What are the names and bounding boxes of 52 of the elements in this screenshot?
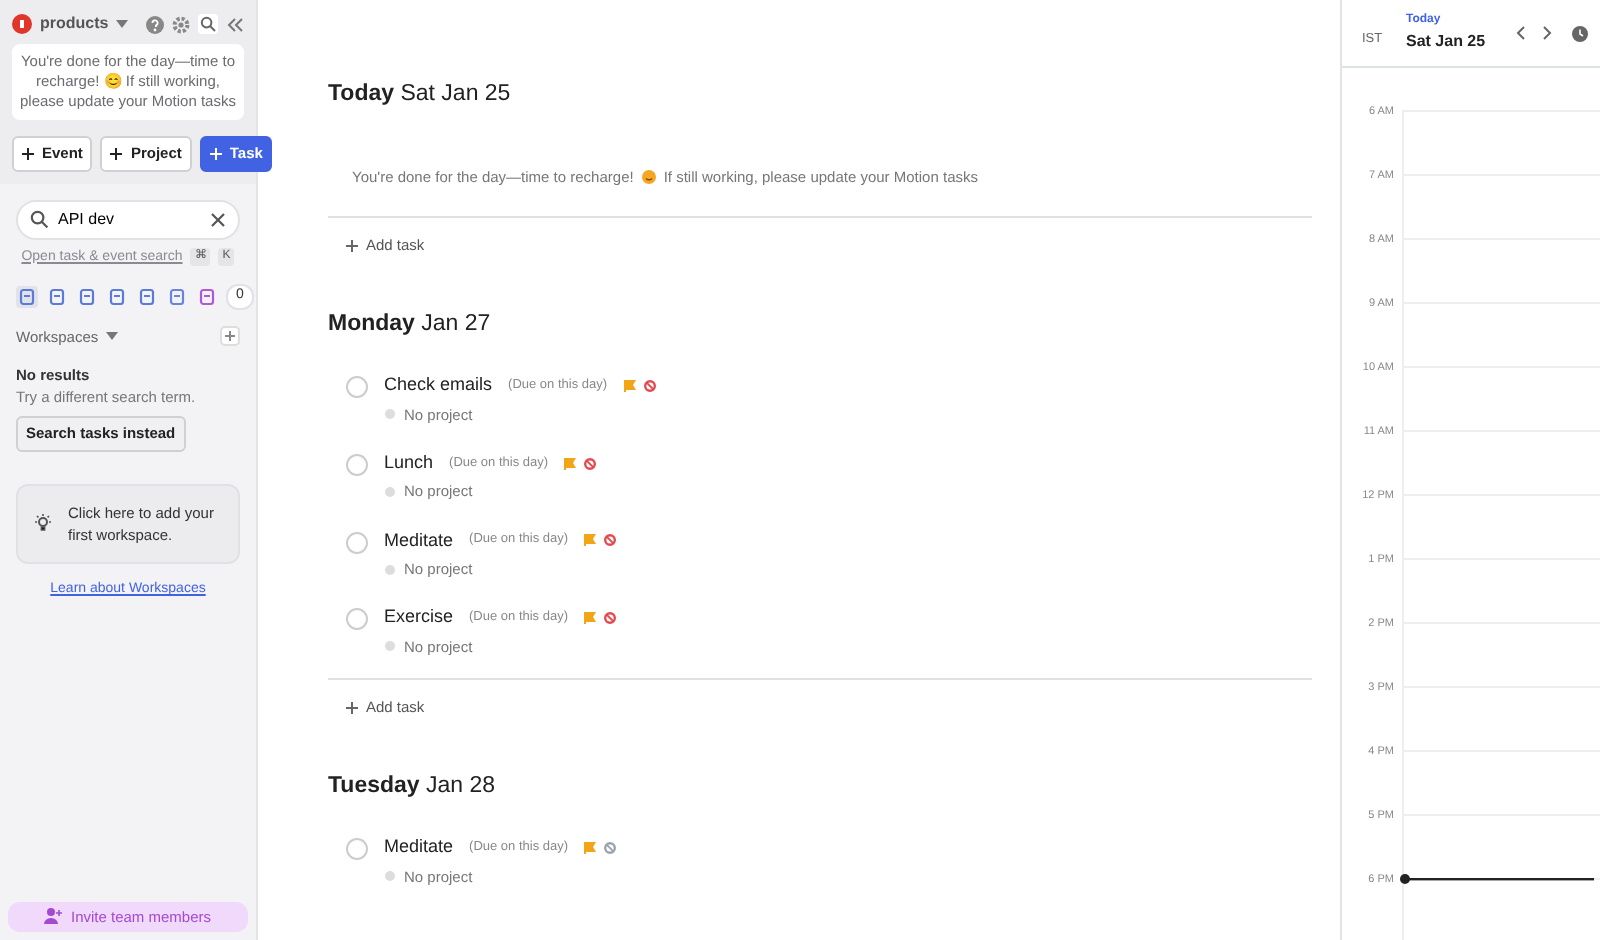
next-icon[interactable] [1538,24,1556,42]
day-heading: Monday [328,312,415,337]
plus-icon [346,701,358,714]
project-icon [384,870,396,883]
task-name[interactable]: Meditate [384,527,454,555]
clock-icon[interactable] [1572,25,1588,41]
task-checkbox[interactable] [346,838,368,861]
plus-icon [22,148,34,160]
workspace-logo-icon[interactable] [12,14,32,34]
project-icon [384,485,396,498]
project-icon [384,408,396,421]
day-date: Jan 27 [421,312,491,337]
day-heading: Tuesday [328,774,420,799]
search-field[interactable]: API dev [16,199,240,240]
collapse-icon[interactable] [226,15,244,33]
day-date: Sat Jan 25 [400,82,511,106]
plus-icon [209,148,222,160]
caret-icon[interactable] [106,332,119,341]
project-icon [384,563,396,576]
add-workspace-icon[interactable] [220,326,240,347]
flag-icon [584,612,597,625]
project-icon [384,640,396,653]
day-heading: Today [328,82,395,106]
settings-icon[interactable] [172,15,190,33]
day-date: Jan 28 [426,774,496,799]
flag-icon [564,457,577,470]
task-name[interactable]: Lunch [384,449,434,477]
task-name[interactable]: Meditate [384,834,454,862]
search-input[interactable]: API dev [58,207,200,232]
previous-icon[interactable] [1512,24,1530,42]
flag-icon [623,379,636,392]
task-checkbox[interactable] [346,376,368,399]
flag-icon [584,534,597,547]
smiley-icon [641,169,656,184]
search-icon[interactable] [198,14,218,34]
clear-icon[interactable] [210,211,226,228]
lightbulb-icon [34,514,52,533]
calendar-date: Sat Jan 25 [1406,30,1488,54]
person-add-icon [44,908,63,925]
task-checkbox[interactable] [346,453,368,476]
caret-icon[interactable] [116,20,129,28]
workspace-switcher[interactable]: products [40,12,109,36]
flag-icon [584,841,597,854]
plus-icon [346,239,358,252]
time-slot[interactable] [1402,878,1600,940]
task-name[interactable]: Check emails [384,372,493,400]
plus-icon [110,148,123,160]
task-name[interactable]: Exercise [384,604,454,632]
help-icon[interactable] [146,15,164,33]
task-checkbox[interactable] [346,531,368,554]
task-checkbox[interactable] [346,608,368,631]
search-icon [30,210,48,229]
